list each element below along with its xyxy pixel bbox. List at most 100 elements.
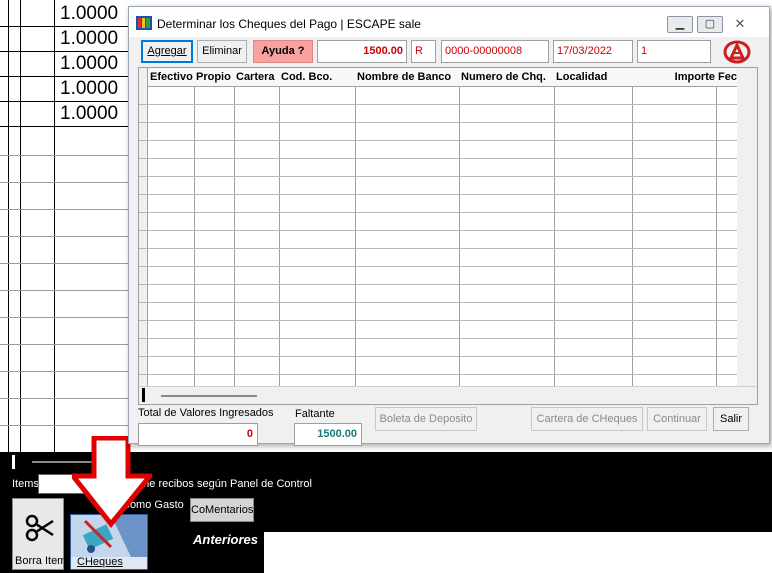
grid-line <box>0 236 135 237</box>
grid-line <box>0 317 135 318</box>
column-header: Cartera <box>236 71 275 83</box>
anteriores-label: Anteriores <box>193 532 259 547</box>
row-divider <box>139 248 737 249</box>
tipo-field[interactable]: R <box>411 40 436 63</box>
maximize-icon: ▢ <box>704 18 716 30</box>
agregar-button[interactable]: Agregar <box>141 40 193 63</box>
column-divider <box>459 87 460 386</box>
borra-item-button[interactable]: Borra Item <box>12 498 67 570</box>
grid-line <box>0 51 135 52</box>
cartera-cheques-button[interactable]: Cartera de CHeques <box>531 407 643 431</box>
column-header: Numero de Chq. <box>461 71 546 83</box>
column-divider <box>234 87 235 386</box>
row-divider <box>139 356 737 357</box>
column-divider <box>554 87 555 386</box>
value-cell: 1.0000 <box>60 103 119 124</box>
monto-field[interactable]: 1500.00 <box>317 40 407 63</box>
borra-item-label: Borra Item <box>15 555 67 567</box>
column-divider <box>716 87 717 386</box>
continuar-button[interactable]: Continuar <box>647 407 707 431</box>
title-bar[interactable]: Determinar los Cheques del Pago | ESCAPE… <box>129 7 769 37</box>
grid-line <box>0 344 135 345</box>
row-divider <box>139 374 737 375</box>
faltante-label: Faltante <box>295 408 335 420</box>
anteriores-panel <box>264 532 772 573</box>
column-header: Nombre de Banco <box>357 71 452 83</box>
eliminar-button[interactable]: Eliminar <box>197 40 247 63</box>
row-divider <box>139 302 737 303</box>
print-settings-text: rime recibos según Panel de Control <box>134 478 312 490</box>
grid-line <box>0 263 135 264</box>
grid-line <box>0 182 135 183</box>
grid-line <box>0 425 135 426</box>
row-divider <box>139 338 737 339</box>
row-divider <box>139 140 737 141</box>
logo-icon <box>723 40 751 64</box>
scroll-marker <box>142 388 145 402</box>
cheques-dialog: Determinar los Cheques del Pago | ESCAPE… <box>128 6 770 446</box>
background-values-grid: 1.0000 1.0000 1.0000 1.0000 1.0000 <box>0 0 135 452</box>
column-divider <box>194 87 195 386</box>
column-header: Fech <box>718 71 739 83</box>
grid-line <box>8 0 9 452</box>
column-header: Cod. Bco. <box>281 71 333 83</box>
grid-line <box>0 209 135 210</box>
row-divider <box>139 122 737 123</box>
cheques-label: CHeques <box>77 556 123 568</box>
value-cell: 1.0000 <box>60 53 119 74</box>
column-header: Localidad <box>556 71 608 83</box>
maximize-button[interactable]: ▢ <box>697 16 723 33</box>
column-divider <box>632 87 633 386</box>
scissors-icon <box>25 514 54 542</box>
row-divider <box>139 212 737 213</box>
salir-button[interactable]: Salir <box>713 407 749 431</box>
row-divider <box>139 266 737 267</box>
grid-line <box>0 398 135 399</box>
value-cell: 1.0000 <box>60 78 119 99</box>
grid-line <box>0 101 135 102</box>
close-icon: ✕ <box>734 16 746 31</box>
scroll-thumb[interactable] <box>161 395 257 397</box>
grid-line <box>0 371 135 372</box>
row-divider <box>139 158 737 159</box>
grid-line <box>20 0 21 452</box>
grid-line <box>0 76 135 77</box>
boleta-deposito-button[interactable]: Boleta de Deposito <box>375 407 477 431</box>
grid-line <box>0 155 135 156</box>
items-label: Items <box>12 478 39 490</box>
comentarios-button[interactable]: CoMentarios <box>190 498 254 522</box>
grid-line <box>0 290 135 291</box>
close-button[interactable]: ✕ <box>727 16 753 33</box>
table-horizontal-scrollbar[interactable] <box>139 386 757 404</box>
minimize-button[interactable]: ▁ <box>667 16 693 33</box>
row-selector-column[interactable] <box>139 68 148 388</box>
fecha-field[interactable]: 17/03/2022 <box>553 40 633 63</box>
grid-line <box>54 0 55 452</box>
row-divider <box>139 194 737 195</box>
faltante-field: 1500.00 <box>294 423 362 446</box>
total-label: Total de Valores Ingresados <box>138 407 274 419</box>
row-divider <box>139 176 737 177</box>
app-icon <box>136 16 152 30</box>
column-header: Efectivo <box>150 71 193 83</box>
column-divider <box>279 87 280 386</box>
row-divider <box>139 230 737 231</box>
cuenta-field[interactable]: 1 <box>637 40 711 63</box>
table-header: Efectivo Propio Cartera Cod. Bco. Nombre… <box>139 68 757 87</box>
ayuda-button[interactable]: Ayuda ? <box>253 40 313 63</box>
column-divider <box>355 87 356 386</box>
value-cell: 1.0000 <box>60 28 119 49</box>
row-divider <box>139 320 737 321</box>
table-vertical-scrollbar[interactable] <box>737 68 757 388</box>
row-divider <box>139 284 737 285</box>
grid-line <box>0 126 135 127</box>
numero-field[interactable]: 0000-00000008 <box>441 40 549 63</box>
total-field: 0 <box>138 423 258 446</box>
grid-line <box>0 26 135 27</box>
dialog-title: Determinar los Cheques del Pago | ESCAPE… <box>157 17 421 31</box>
minimize-icon: ▁ <box>675 18 685 30</box>
scroll-marker <box>12 455 15 469</box>
value-cell: 1.0000 <box>60 3 119 24</box>
column-header: Importe <box>674 71 715 83</box>
cheques-table[interactable]: Efectivo Propio Cartera Cod. Bco. Nombre… <box>138 67 758 405</box>
